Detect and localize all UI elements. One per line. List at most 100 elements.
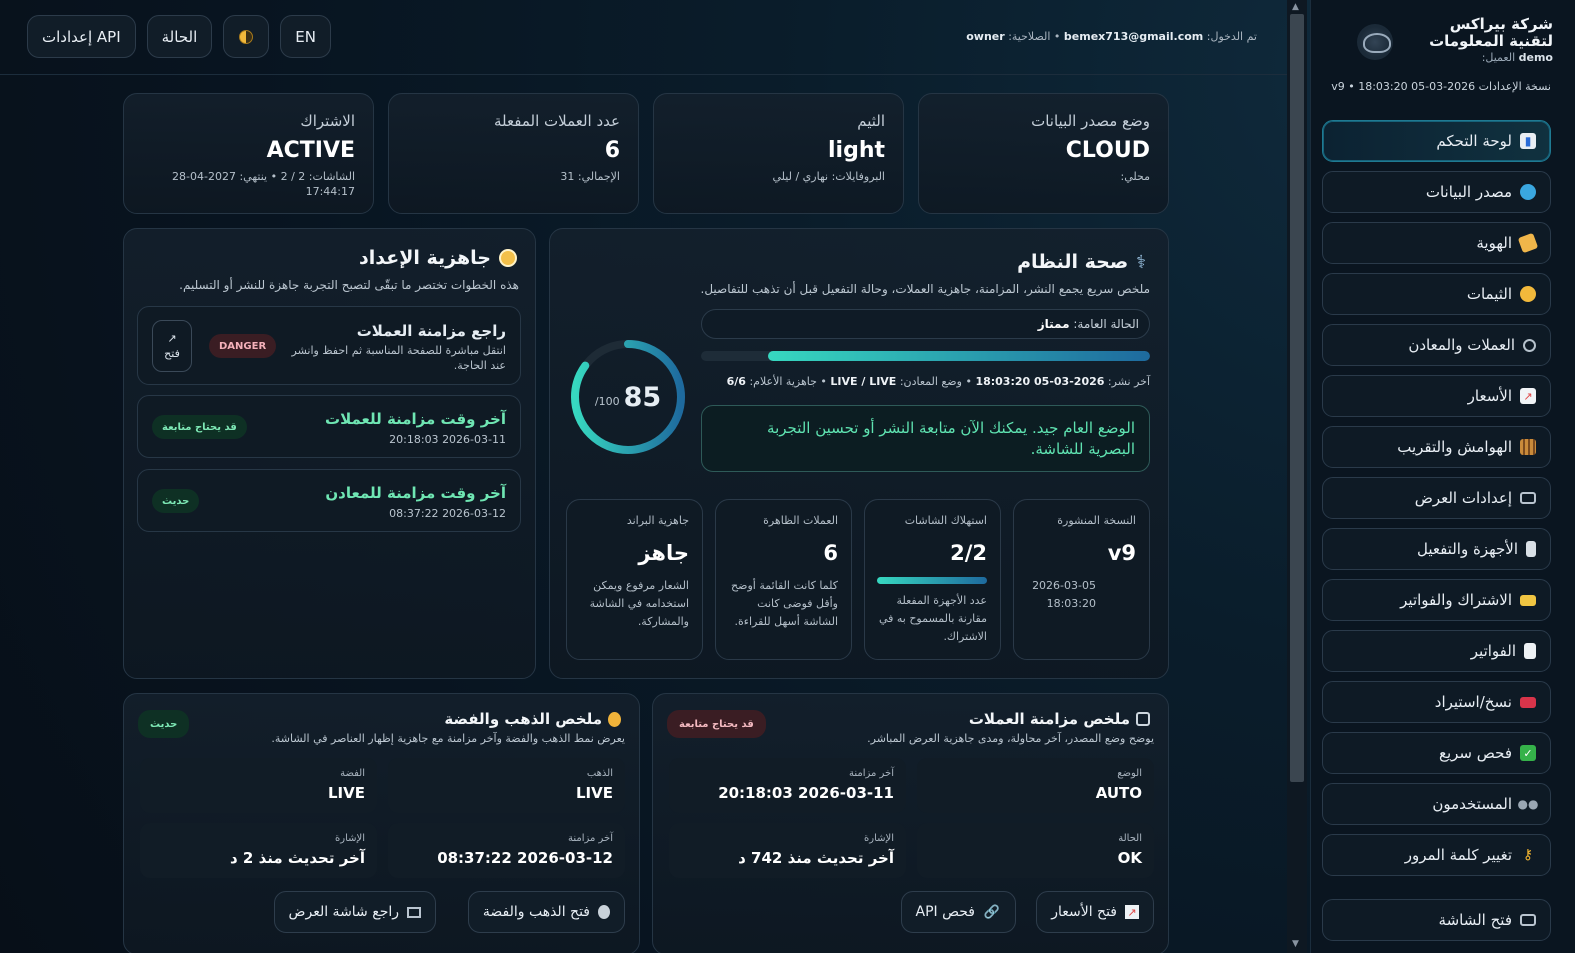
sidebar-bottom: فتح الشاشة — [1322, 899, 1551, 950]
check-icon: ✓ — [1520, 745, 1536, 761]
stat-label: الثيم — [857, 112, 885, 130]
sidebar-item-devices[interactable]: الأجهزة والتفعيل — [1322, 528, 1551, 570]
users-icon: ●● — [1517, 797, 1539, 811]
stat-value: CLOUD — [1065, 138, 1150, 163]
cell-signal: الإشارة آخر تحديث منذ 742 د — [669, 823, 906, 878]
abacus-icon — [1520, 439, 1536, 455]
metals-title-text: ملخص الذهب والفضة — [444, 710, 602, 728]
open-screen-label: فتح الشاشة — [1438, 911, 1512, 929]
mini-label: استهلاك الشاشات — [904, 514, 987, 527]
sidebar-item-change-password[interactable]: ⚷ تغيير كلمة المرور — [1322, 834, 1551, 876]
cell-label: الذهب — [586, 768, 613, 779]
metals-title: ملخص الذهب والفضة — [444, 710, 621, 728]
main-scrollbar[interactable]: ▲ ▼ — [1287, 0, 1307, 953]
publish-info: آخر نشر: 2026-03-05 18:03:20 • وضع المعا… — [726, 375, 1150, 388]
open-button-label: فتح — [164, 347, 180, 360]
open-screen-button[interactable]: فتح الشاشة — [1322, 899, 1551, 941]
readiness-item-desc: انتقل مباشرة للصفحة المناسبة ثم احفظ وان… — [291, 344, 506, 372]
sidebar-item-quick-check[interactable]: ✓ فحص سريع — [1322, 732, 1551, 774]
role-label: الصلاحية: — [1008, 30, 1051, 43]
cell-value: LIVE — [328, 784, 365, 802]
readiness-item-desc: 2026-03-12 08:37:22 — [389, 507, 506, 520]
card-icon — [1520, 594, 1536, 606]
language-button[interactable]: EN — [280, 15, 331, 58]
readiness-item-title: راجع مزامنة العملات — [356, 322, 506, 340]
theme-toggle-button[interactable] — [223, 15, 270, 58]
scroll-up-arrow[interactable]: ▲ — [1292, 2, 1299, 12]
sidebar-item-currencies-metals[interactable]: العملات والمعادن — [1322, 324, 1551, 366]
brand: شركة بيراكس لتقنية المعلومات demo العميل… — [1357, 16, 1553, 64]
sidebar-item-data-source[interactable]: مصدر البيانات — [1322, 171, 1551, 213]
recent-badge: حديث — [138, 710, 190, 738]
open-gold-silver-button[interactable]: فتح الذهب والفضة — [467, 891, 625, 933]
phone-icon — [1526, 541, 1536, 557]
sidebar-item-identity[interactable]: الهوية — [1322, 222, 1551, 264]
globe-icon — [1520, 184, 1536, 200]
trend-icon: ↗ — [1125, 905, 1139, 919]
flags-label: جاهزية الأعلام: — [749, 375, 817, 388]
screens-usage-bar — [877, 577, 987, 584]
stat-subscription: الاشتراك ACTIVE الشاشات: 2 / 2 • ينتهي: … — [123, 93, 374, 214]
cell-label: آخر مزامنة — [567, 833, 613, 844]
sidebar-item-display-settings[interactable]: إعدادات العرض — [1322, 477, 1551, 519]
trend-icon: ↗ — [1520, 388, 1536, 404]
key-icon: ⚷ — [1522, 847, 1534, 863]
palette-icon — [1520, 286, 1536, 302]
readiness-item-currency-sync[interactable]: راجع مزامنة العملات انتقل مباشرة للصفحة … — [137, 306, 521, 385]
cell-label: الوضع — [1117, 768, 1142, 779]
medal-icon — [608, 711, 621, 727]
check-api-button[interactable]: 🔗 فحص API — [900, 891, 1016, 933]
stat-sub: الإجمالي: 31 — [560, 170, 620, 183]
danger-badge: DANGER — [209, 334, 277, 358]
open-prices-button[interactable]: ↗ فتح الأسعار — [1036, 891, 1154, 933]
cell-status: الحالة OK — [917, 823, 1154, 878]
recent-badge: حديث — [152, 489, 200, 513]
mini-visible-currencies: العملات الظاهرة 6 كلما كانت القائمة أوضح… — [715, 499, 852, 660]
metals-summary-card: ملخص الذهب والفضة يعرض نمط الذهب والفضة … — [123, 693, 640, 953]
sidebar-item-backup-import[interactable]: نسخ/استيراد — [1322, 681, 1551, 723]
sidebar-item-prices[interactable]: ↗ الأسعار — [1322, 375, 1551, 417]
sidebar-item-invoices[interactable]: الفواتير — [1322, 630, 1551, 672]
pub-label: آخر نشر: — [1107, 375, 1150, 388]
button-label: فحص API — [915, 904, 976, 920]
settings-version: نسخة الإعدادات 2026-03-05 18:03:20 • v9 — [1331, 80, 1551, 93]
score-max: /100 — [594, 394, 620, 408]
mini-value: 6 — [823, 541, 838, 565]
sidebar-item-dashboard[interactable]: ▮ لوحة التحكم — [1322, 120, 1551, 162]
status-button[interactable]: الحالة — [146, 15, 213, 58]
sidebar-item-subscription[interactable]: الاشتراك والفواتير — [1322, 579, 1551, 621]
sidebar-item-label: الأسعار — [1467, 387, 1512, 405]
sidebar-item-label: فحص سريع — [1438, 744, 1512, 762]
health-title-text: صحة النظام — [1017, 251, 1129, 273]
sidebar-item-themes[interactable]: الثيمات — [1322, 273, 1551, 315]
overall-value: ممتاز — [1037, 317, 1070, 331]
sidebar-item-users[interactable]: ●● المستخدمون — [1322, 783, 1551, 825]
top-actions: إعدادات API الحالة EN — [27, 15, 331, 58]
cell-label: الحالة — [1118, 833, 1142, 844]
scroll-down-arrow[interactable]: ▼ — [1292, 939, 1299, 949]
sidebar-item-label: الهوية — [1476, 234, 1512, 252]
scroll-thumb[interactable] — [1290, 14, 1304, 782]
sync-icon — [1523, 338, 1536, 352]
open-button[interactable]: ↗ فتح — [152, 320, 192, 372]
readiness-item-title: آخر وقت مزامنة للمعادن — [325, 484, 506, 502]
sidebar-item-label: نسخ/استيراد — [1434, 693, 1512, 711]
mini-label: النسخة المنشورة — [1057, 514, 1136, 527]
mini-value: جاهز — [638, 541, 689, 565]
client-info: demo العميل: — [1403, 51, 1553, 64]
sidebar-item-label: الاشتراك والفواتير — [1400, 591, 1512, 609]
cell-value: OK — [1117, 849, 1142, 867]
sidebar-item-margins[interactable]: الهوامش والتقريب — [1322, 426, 1551, 468]
sidebar-item-label: مصدر البيانات — [1425, 183, 1512, 201]
stat-value: light — [827, 138, 885, 163]
cell-label: آخر مزامنة — [848, 768, 894, 779]
cell-gold: الذهب LIVE — [388, 758, 625, 813]
stat-theme: الثيم light البروفايلات: نهاري / ليلي — [653, 93, 904, 214]
review-display-screen-button[interactable]: راجع شاشة العرض — [273, 891, 436, 933]
login-prefix: تم الدخول: — [1206, 30, 1257, 43]
overall-label: الحالة العامة: — [1073, 317, 1139, 331]
readiness-item-title: آخر وقت مزامنة للعملات — [325, 410, 506, 428]
overall-status: الحالة العامة: ممتاز — [701, 309, 1150, 339]
api-settings-button[interactable]: إعدادات API — [27, 15, 136, 58]
sidebar-nav: ▮ لوحة التحكم مصدر البيانات الهوية الثيم… — [1322, 120, 1551, 885]
